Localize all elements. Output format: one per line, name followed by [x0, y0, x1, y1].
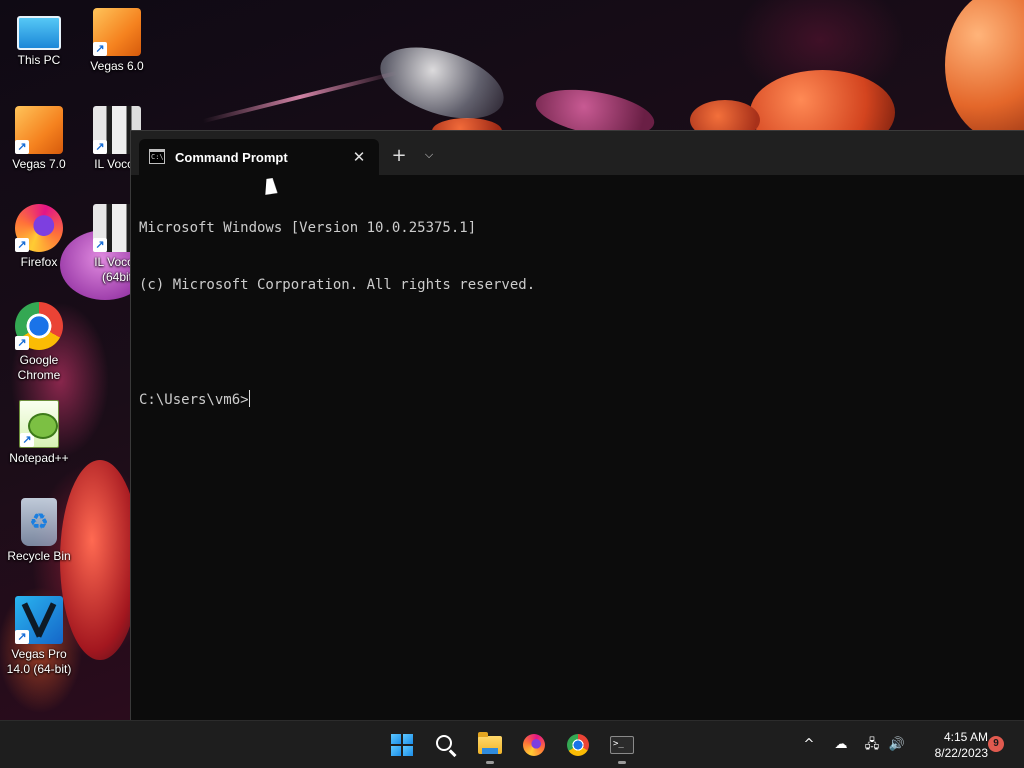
clock-time: 4:15 AM	[943, 730, 988, 744]
tab-title: Command Prompt	[175, 149, 288, 165]
volume-icon[interactable]: 🔊	[887, 735, 907, 755]
terminal-line: Microsoft Windows [Version 10.0.25375.1]	[139, 220, 477, 236]
shortcut-arrow-icon: ↗	[15, 140, 29, 154]
tab-dropdown-button[interactable]: ⌵	[421, 145, 437, 165]
desktop-icon-vegas-pro-14[interactable]: ↗ Vegas Pro 14.0 (64-bit)	[0, 596, 78, 677]
running-indicator	[486, 761, 494, 764]
wallpaper-shape	[202, 70, 398, 124]
shortcut-arrow-icon: ↗	[15, 630, 29, 644]
chrome-icon	[567, 734, 589, 756]
desktop-icon-label: Vegas 7.0	[12, 157, 66, 171]
wallpaper-shape	[945, 0, 1024, 140]
desktop-icon-label: This PC	[17, 53, 61, 67]
text-cursor	[248, 390, 250, 407]
terminal-prompt-line[interactable]: C:\Users\vm6>	[139, 390, 1024, 409]
mouse-pointer-icon	[265, 177, 279, 195]
desktop-icon-label: (64bit	[101, 270, 133, 284]
terminal-line: (c) Microsoft Corporation. All rights re…	[139, 277, 536, 293]
taskbar-firefox[interactable]	[518, 729, 550, 761]
command-prompt-icon: C:\	[149, 148, 165, 164]
taskbar-chrome[interactable]	[562, 729, 594, 761]
desktop-icon-label: Vegas Pro	[11, 647, 67, 661]
taskbar: >_ ^ ☁ 🖧 🔊 4:15 AM 8/22/2023	[0, 720, 1024, 768]
desktop-icon-this-pc[interactable]: This PC	[0, 10, 78, 68]
desktop-icon-notepad-plus-plus[interactable]: ↗ Notepad++	[0, 400, 78, 466]
desktop-icon-label: Recycle Bin	[7, 549, 71, 563]
recycle-bin-icon: ♻	[21, 498, 57, 546]
terminal-prompt: C:\Users\vm6>	[139, 392, 249, 408]
show-hidden-icons-chevron-icon[interactable]: ^	[799, 735, 819, 755]
window-titlebar[interactable]: C:\ Command Prompt ✕ + ⌵	[131, 131, 1024, 175]
new-tab-button[interactable]: +	[389, 145, 409, 166]
notepad-plus-plus-icon: ↗	[19, 400, 59, 448]
tab-close-button[interactable]: ✕	[349, 148, 369, 166]
desktop-icon-label: Chrome	[17, 368, 61, 382]
file-explorer-icon	[478, 732, 502, 754]
taskbar-terminal[interactable]: >_	[606, 729, 638, 764]
running-indicator	[618, 761, 626, 764]
chrome-icon: ↗	[15, 302, 63, 350]
desktop-icon-label: Vegas 6.0	[90, 59, 144, 73]
desktop-icon-label: Google	[19, 353, 59, 367]
shortcut-arrow-icon: ↗	[20, 433, 34, 447]
desktop-icon-recycle-bin[interactable]: ♻ Recycle Bin	[0, 498, 78, 564]
search-button[interactable]	[430, 729, 462, 761]
tab-command-prompt[interactable]: C:\ Command Prompt ✕	[139, 139, 379, 175]
shortcut-arrow-icon: ↗	[15, 336, 29, 350]
taskbar-clock[interactable]: 4:15 AM 8/22/2023	[914, 729, 988, 761]
shortcut-arrow-icon: ↗	[93, 140, 107, 154]
desktop-icon-vegas-6[interactable]: ↗ Vegas 6.0	[78, 8, 156, 74]
firefox-icon: ↗	[15, 204, 63, 252]
terminal-output[interactable]: Microsoft Windows [Version 10.0.25375.1]…	[131, 175, 1024, 447]
terminal-icon: >_	[610, 736, 634, 754]
desktop-icon-firefox[interactable]: ↗ Firefox	[0, 204, 78, 270]
desktop-icon-label: 14.0 (64-bit)	[6, 662, 72, 676]
search-icon	[436, 735, 452, 751]
vegas-pro-icon: ↗	[15, 596, 63, 644]
taskbar-file-explorer[interactable]	[474, 729, 506, 764]
start-icon	[391, 734, 413, 756]
onedrive-icon[interactable]: ☁	[831, 735, 851, 755]
shortcut-arrow-icon: ↗	[93, 42, 107, 56]
command-prompt-window[interactable]: C:\ Command Prompt ✕ + ⌵ Microsoft Windo…	[130, 130, 1024, 720]
desktop-icon-label: Firefox	[20, 255, 58, 269]
clock-date: 8/22/2023	[934, 746, 988, 760]
desktop-icon-vegas-7[interactable]: ↗ Vegas 7.0	[0, 106, 78, 172]
firefox-icon	[523, 734, 545, 756]
shortcut-arrow-icon: ↗	[15, 238, 29, 252]
desktop-icon-google-chrome[interactable]: ↗ Google Chrome	[0, 302, 78, 383]
vegas-icon: ↗	[15, 106, 63, 154]
wallpaper-shape	[371, 33, 513, 133]
network-icon[interactable]: 🖧	[862, 735, 882, 755]
notification-badge[interactable]: 9	[988, 736, 1004, 752]
desktop-icon-label: Notepad++	[9, 451, 69, 465]
start-button[interactable]	[386, 729, 418, 761]
shortcut-arrow-icon: ↗	[93, 238, 107, 252]
computer-monitor-icon	[17, 16, 61, 50]
vegas-icon: ↗	[93, 8, 141, 56]
